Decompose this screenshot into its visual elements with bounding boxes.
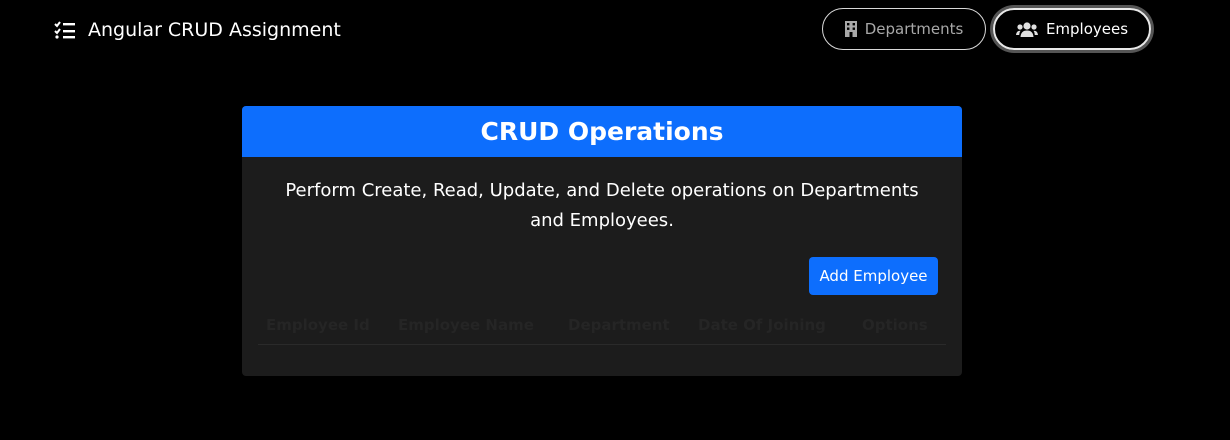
crud-card: CRUD Operations Perform Create, Read, Up…: [242, 106, 962, 376]
column-header-employee-id[interactable]: Employee Id: [266, 316, 370, 334]
brand-link[interactable]: Angular CRUD Assignment: [54, 19, 341, 41]
column-header-employee-name[interactable]: Employee Name: [398, 316, 534, 334]
nav-departments-label: Departments: [864, 20, 964, 38]
add-employee-button[interactable]: Add Employee: [809, 257, 938, 295]
column-header-options: Options: [862, 316, 928, 334]
card-description: Perform Create, Read, Update, and Delete…: [285, 180, 919, 231]
nav-departments-button[interactable]: Departments: [822, 8, 986, 50]
card-title: CRUD Operations: [242, 106, 962, 157]
list-check-icon: [54, 21, 76, 39]
column-header-date-of-joining[interactable]: Date Of Joining: [698, 316, 826, 334]
nav-employees-button[interactable]: Employees: [993, 8, 1151, 50]
brand-label: Angular CRUD Assignment: [88, 19, 341, 41]
employees-table-header: Employee Id Employee Name Department Dat…: [258, 311, 946, 345]
users-icon: [1015, 21, 1038, 37]
navbar: Angular CRUD Assignment Departments Empl…: [0, 0, 1230, 60]
building-icon: [844, 21, 857, 37]
nav-employees-label: Employees: [1045, 20, 1129, 38]
column-header-department[interactable]: Department: [568, 316, 670, 334]
